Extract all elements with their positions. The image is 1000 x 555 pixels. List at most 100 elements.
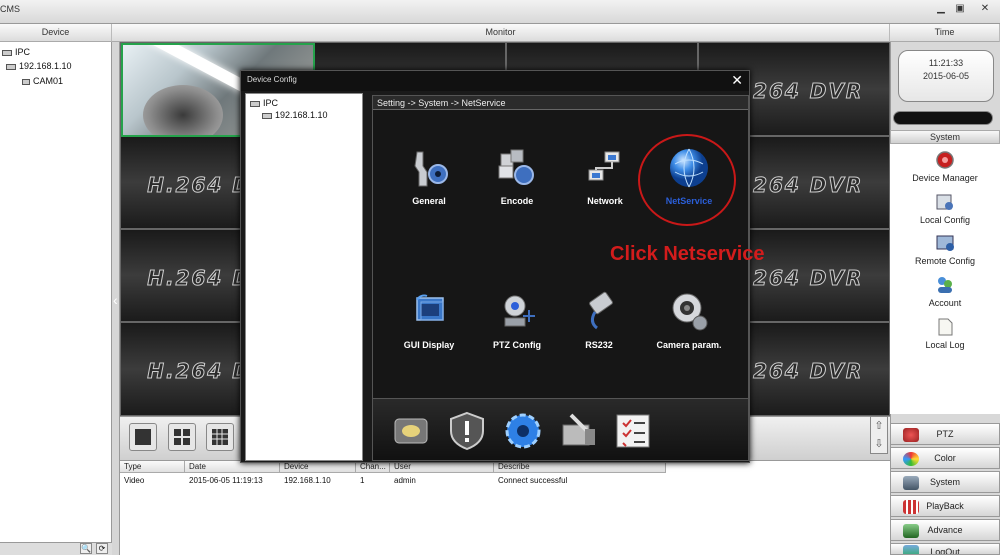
menu-network[interactable]: Network xyxy=(565,146,645,206)
minimize-button[interactable]: ▁ xyxy=(934,3,948,15)
system-tools-list: Device Manager Local Config Remote Confi… xyxy=(890,144,1000,414)
dialog-close-button[interactable]: ✕ xyxy=(731,72,743,88)
settings-menu: Setting -> System -> NetService General … xyxy=(372,95,765,461)
breadcrumb: Setting -> System -> NetService xyxy=(373,96,748,110)
log-cell-type: Video xyxy=(124,476,145,485)
single-view-icon xyxy=(135,429,151,445)
menu-camera-param[interactable]: Camera param. xyxy=(649,290,729,350)
network-icon xyxy=(588,151,620,181)
local-config-icon xyxy=(936,194,953,210)
dialog-tab-bar xyxy=(373,398,748,460)
close-button[interactable]: ✕ xyxy=(978,3,992,15)
dialog-title: Device Config xyxy=(247,75,297,84)
menu-ptz-config-label: PTZ Config xyxy=(493,340,541,350)
nav-advance-label: Advance xyxy=(927,525,963,535)
refresh-button[interactable]: ⟳ xyxy=(96,543,108,554)
dialog-tree-root-label: IPC xyxy=(263,98,279,108)
menu-general[interactable]: General xyxy=(389,146,469,206)
scroll-up-icon[interactable]: ⇧ xyxy=(871,417,887,435)
alarm-icon[interactable] xyxy=(445,409,489,453)
nav-logout-label: LogOut xyxy=(930,547,960,555)
dialog-device-tree: IPC 192.168.1.10 xyxy=(245,93,363,461)
general-icon xyxy=(414,151,448,187)
tree-root[interactable]: IPC xyxy=(2,47,30,57)
local-log-label: Local Log xyxy=(925,340,965,350)
nav-color-button[interactable]: Color xyxy=(890,447,1000,469)
menu-camera-param-label: Camera param. xyxy=(656,340,722,350)
quad-view-icon xyxy=(174,429,190,445)
dialog-tree-device-label: 192.168.1.10 xyxy=(275,110,328,120)
scroll-down-icon[interactable]: ⇩ xyxy=(871,435,887,453)
remote-config-item[interactable]: Remote Config xyxy=(890,233,1000,266)
layout-1-button[interactable] xyxy=(129,423,157,451)
dialog-title-bar[interactable]: Device Config ✕ xyxy=(241,71,749,91)
collapse-arrow-icon[interactable]: ‹ xyxy=(113,292,118,308)
local-config-item[interactable]: Local Config xyxy=(890,192,1000,225)
menu-encode[interactable]: Encode xyxy=(477,146,557,206)
nav-system-label: System xyxy=(929,477,960,487)
tree-camera[interactable]: CAM01 xyxy=(22,76,63,86)
camera-param-icon xyxy=(672,293,708,331)
gui-display-icon xyxy=(416,294,444,321)
search-button[interactable]: 🔍 xyxy=(80,543,92,554)
logout-icon xyxy=(903,545,919,554)
layout-scroll[interactable]: ⇧ ⇩ xyxy=(870,416,888,454)
device-manager-item[interactable]: Device Manager xyxy=(890,150,1000,183)
restore-button[interactable]: ▣ xyxy=(953,3,967,15)
local-config-label: Local Config xyxy=(919,215,971,225)
system-gear-icon[interactable] xyxy=(501,409,545,453)
ptz-config-icon xyxy=(504,295,535,327)
info-icon[interactable] xyxy=(611,409,655,453)
menu-gui-display[interactable]: GUI Display xyxy=(389,290,469,350)
system-icon xyxy=(903,476,919,490)
dialog-tree-root[interactable]: IPC xyxy=(250,98,278,108)
device-icon xyxy=(262,112,272,119)
encode-icon xyxy=(498,149,534,185)
menu-network-label: Network xyxy=(587,196,623,206)
rs232-icon xyxy=(589,291,613,330)
local-log-icon xyxy=(938,318,953,336)
instruction-callout: Click Netservice xyxy=(610,243,765,265)
account-item[interactable]: Account xyxy=(890,275,1000,308)
nav-system-button[interactable]: System xyxy=(890,471,1000,493)
dome-camera-image xyxy=(143,85,223,135)
log-col-type[interactable]: Type xyxy=(120,461,185,473)
record-icon[interactable] xyxy=(389,409,433,453)
device-icon xyxy=(6,63,16,70)
highlight-circle xyxy=(638,134,736,226)
layout-9-button[interactable] xyxy=(206,423,234,451)
nav-playback-button[interactable]: PlayBack xyxy=(890,495,1000,517)
menu-rs232[interactable]: RS232 xyxy=(559,290,639,350)
log-cell-channel: 1 xyxy=(360,476,365,485)
layout-4-button[interactable] xyxy=(168,423,196,451)
log-cell-device: 192.168.1.10 xyxy=(284,476,331,485)
device-panel: IPC 192.168.1.10 CAM01 xyxy=(0,42,112,542)
menu-general-label: General xyxy=(412,196,446,206)
nav-advance-button[interactable]: Advance xyxy=(890,519,1000,541)
tree-device[interactable]: 192.168.1.10 xyxy=(6,61,72,71)
app-title: CMS xyxy=(0,4,20,14)
menu-ptz-config[interactable]: PTZ Config xyxy=(477,290,557,350)
device-config-dialog: Device Config ✕ IPC 192.168.1.10 Setting… xyxy=(240,70,765,463)
ptz-icon xyxy=(903,428,919,442)
system-section-title: System xyxy=(890,130,1000,144)
log-cell-describe: Connect successful xyxy=(498,476,568,485)
clock-time: 11:21:33 xyxy=(928,58,964,68)
advance-icon xyxy=(903,524,919,538)
local-log-item[interactable]: Local Log xyxy=(890,317,1000,350)
menu-gui-display-label: GUI Display xyxy=(403,340,455,350)
monitor-header: Monitor xyxy=(112,24,890,42)
nav-playback-label: PlayBack xyxy=(926,501,964,511)
playback-icon xyxy=(903,500,919,514)
dialog-tree-device[interactable]: 192.168.1.10 xyxy=(262,110,328,120)
tools-icon[interactable] xyxy=(557,409,601,453)
nav-ptz-button[interactable]: PTZ xyxy=(890,423,1000,445)
camera-icon xyxy=(22,78,30,85)
group-icon xyxy=(250,100,260,107)
nav-logout-button[interactable]: LogOut xyxy=(890,543,1000,555)
group-icon xyxy=(2,49,12,56)
status-bar xyxy=(893,111,993,125)
color-icon xyxy=(903,452,919,466)
tree-device-label: 192.168.1.10 xyxy=(19,61,72,71)
clock: 11:21:33 2015-06-05 xyxy=(898,50,994,102)
